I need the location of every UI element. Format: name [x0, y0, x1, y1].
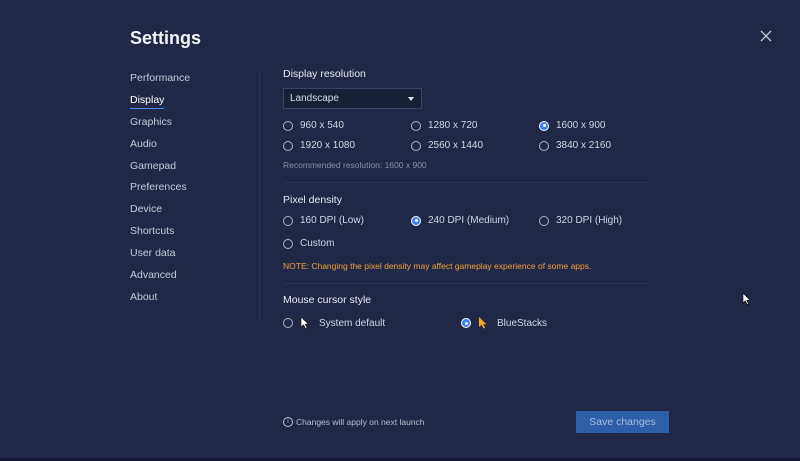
radio-icon [283, 140, 293, 151]
sidebar-item-display[interactable]: Display [130, 92, 250, 114]
radio-icon [539, 140, 549, 151]
sidebar-item-preferences[interactable]: Preferences [130, 179, 250, 201]
sidebar: Performance Display Graphics Audio Gamep… [130, 70, 250, 311]
resolution-option-960x540[interactable]: 960 x 540 [283, 120, 344, 131]
close-icon[interactable] [758, 28, 774, 44]
caret-down-icon [408, 97, 414, 101]
radio-icon [283, 318, 293, 328]
sidebar-item-gamepad[interactable]: Gamepad [130, 158, 250, 180]
resolution-option-2560x1440[interactable]: 2560 x 1440 [411, 140, 483, 151]
cursor-option-bluestacks[interactable]: BlueStacks [461, 317, 547, 329]
info-icon: i [283, 417, 293, 427]
apply-info-text: Changes will apply on next launch [296, 417, 425, 427]
apply-info: i Changes will apply on next launch [283, 417, 425, 427]
dpi-option-160[interactable]: 160 DPI (Low) [283, 215, 364, 226]
section-divider [283, 182, 649, 183]
recommended-resolution-text: Recommended resolution: 1600 x 900 [283, 160, 427, 170]
radio-icon [283, 215, 293, 226]
sidebar-item-graphics[interactable]: Graphics [130, 114, 250, 136]
dpi-option-240[interactable]: 240 DPI (Medium) [411, 215, 509, 226]
dpi-option-320[interactable]: 320 DPI (High) [539, 215, 622, 226]
save-changes-button[interactable]: Save changes [576, 411, 669, 433]
sidebar-item-shortcuts[interactable]: Shortcuts [130, 223, 250, 245]
white-cursor-icon [300, 316, 310, 329]
orange-cursor-icon [478, 317, 488, 329]
resolution-option-1280x720[interactable]: 1280 x 720 [411, 120, 478, 131]
dpi-option-custom[interactable]: Custom [283, 238, 334, 249]
sidebar-item-advanced[interactable]: Advanced [130, 267, 250, 289]
sidebar-divider [259, 70, 260, 320]
page-title: Settings [130, 28, 202, 48]
sidebar-item-audio[interactable]: Audio [130, 136, 250, 158]
sidebar-item-about[interactable]: About [130, 289, 250, 311]
mouse-pointer-icon [742, 292, 751, 305]
display-resolution-title: Display resolution [283, 68, 366, 80]
pixel-density-title: Pixel density [283, 194, 342, 206]
sidebar-item-user-data[interactable]: User data [130, 245, 250, 267]
cursor-option-system-default[interactable]: System default [283, 316, 385, 329]
sidebar-item-performance[interactable]: Performance [130, 70, 250, 92]
resolution-option-1920x1080[interactable]: 1920 x 1080 [283, 140, 355, 151]
radio-icon [283, 120, 293, 131]
orientation-value: Landscape [290, 93, 339, 104]
pixel-density-note: NOTE: Changing the pixel density may aff… [283, 261, 592, 271]
radio-icon [411, 140, 421, 151]
orientation-select[interactable]: Landscape [283, 88, 422, 109]
radio-selected-icon [461, 318, 471, 328]
radio-icon [411, 120, 421, 131]
radio-selected-icon [539, 120, 549, 131]
resolution-option-1600x900[interactable]: 1600 x 900 [539, 120, 606, 131]
section-divider [283, 283, 649, 284]
radio-icon [539, 215, 549, 226]
sidebar-item-device[interactable]: Device [130, 201, 250, 223]
resolution-option-3840x2160[interactable]: 3840 x 2160 [539, 140, 611, 151]
radio-selected-icon [411, 215, 421, 226]
radio-icon [283, 238, 293, 249]
mouse-cursor-title: Mouse cursor style [283, 294, 372, 306]
